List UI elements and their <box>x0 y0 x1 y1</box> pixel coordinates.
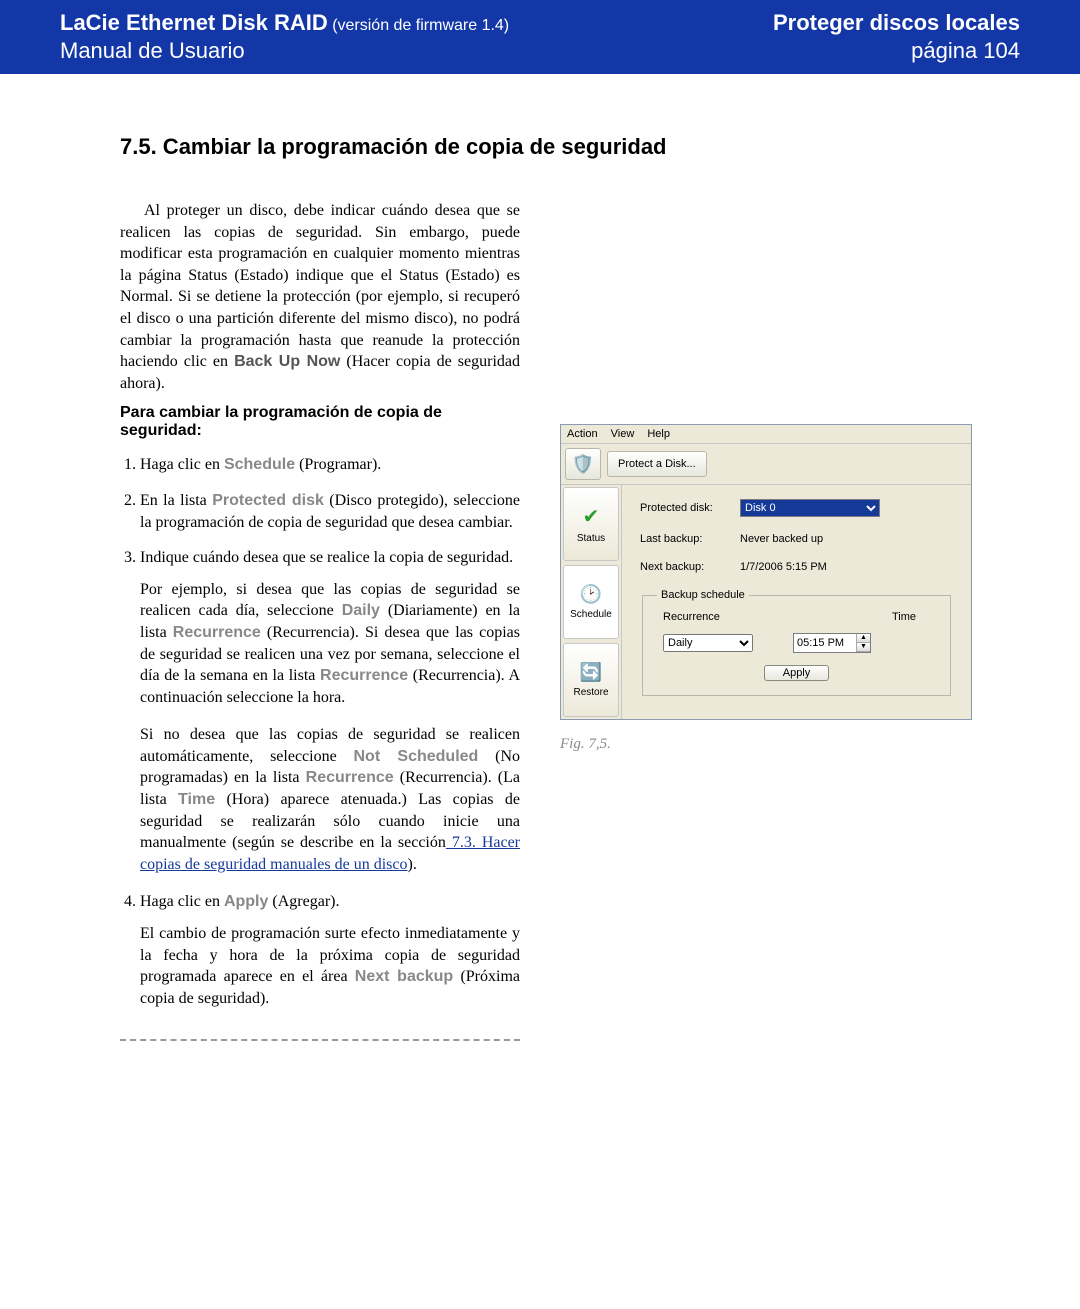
time-header: Time <box>892 611 916 623</box>
step-1: Haga clic en Schedule (Programar). <box>140 454 520 476</box>
back-up-now-label: Back Up Now <box>234 353 340 370</box>
last-backup-value: Never backed up <box>740 533 953 545</box>
disk-shield-icon: 🛡️ <box>572 454 594 475</box>
page-header: LaCie Ethernet Disk RAID (versión de fir… <box>0 0 1080 74</box>
row-protected-disk: Protected disk: Disk 0 <box>640 499 953 517</box>
toolbar: 🛡️ Protect a Disk... <box>561 444 971 485</box>
row-last-backup: Last backup: Never backed up <box>640 533 953 545</box>
page: LaCie Ethernet Disk RAID (versión de fir… <box>0 0 1080 1081</box>
chevron-up-icon[interactable]: ▲ <box>857 634 870 643</box>
time-input[interactable] <box>794 637 856 649</box>
protect-disk-button[interactable]: Protect a Disk... <box>607 451 707 477</box>
check-icon: ✔ <box>583 504 600 529</box>
step-3-intro: Indique cuándo desea que se realice la c… <box>140 549 513 566</box>
step-4: Haga clic en Apply (Agregar). El cambio … <box>140 891 520 1009</box>
steps-list: Haga clic en Schedule (Programar). En la… <box>120 454 520 1009</box>
s4a: Haga clic en <box>140 893 224 910</box>
s3p2h: ). <box>407 856 416 873</box>
step-3: Indique cuándo desea que se realice la c… <box>140 547 520 875</box>
firmware-version: (versión de firmware 1.4) <box>332 17 509 34</box>
tab-status-label: Status <box>577 533 605 544</box>
intro-paragraph: Al proteger un disco, debe indicar cuánd… <box>120 200 520 394</box>
protect-disk-icon[interactable]: 🛡️ <box>565 448 601 480</box>
menu-help[interactable]: Help <box>647 428 670 440</box>
menu-view[interactable]: View <box>611 428 635 440</box>
restore-icon: 🔄 <box>580 662 602 683</box>
step-1-c: (Programar). <box>295 456 381 473</box>
clock-icon: 🕑 <box>580 584 602 605</box>
figure-column: Action View Help 🛡️ Protect a Disk... ✔ … <box>560 134 1020 1041</box>
step-2-a: En la lista <box>140 492 212 509</box>
recurrence-label-1: Recurrence <box>173 624 261 641</box>
step-2: En la lista Protected disk (Disco proteg… <box>140 490 520 533</box>
body: 7.5. Cambiar la programación de copia de… <box>0 74 1080 1081</box>
schedule-controls: Daily ▲ ▼ <box>657 633 936 653</box>
tab-schedule[interactable]: 🕑 Schedule <box>563 565 619 639</box>
schedule-panel: Protected disk: Disk 0 Last backup: Neve… <box>622 485 971 719</box>
protected-disk-select[interactable]: Disk 0 <box>740 499 880 517</box>
protected-disk-field-label: Protected disk: <box>640 502 740 514</box>
daily-label: Daily <box>342 602 380 619</box>
header-right: Proteger discos locales página 104 <box>773 10 1020 64</box>
tab-restore[interactable]: 🔄 Restore <box>563 643 619 717</box>
intro-text-1: Al proteger un disco, debe indicar cuánd… <box>120 202 520 370</box>
backup-schedule-legend: Backup schedule <box>657 589 749 601</box>
not-scheduled-label: Not Scheduled <box>354 748 479 765</box>
next-backup-value: 1/7/2006 5:15 PM <box>740 561 953 573</box>
manual-subtitle: Manual de Usuario <box>60 38 509 64</box>
tab-status[interactable]: ✔ Status <box>563 487 619 561</box>
menu-bar: Action View Help <box>561 425 971 444</box>
step-1-a: Haga clic en <box>140 456 224 473</box>
menu-action[interactable]: Action <box>567 428 598 440</box>
header-left: LaCie Ethernet Disk RAID (versión de fir… <box>60 10 509 64</box>
time-spinner[interactable]: ▲ ▼ <box>856 634 870 652</box>
time-label: Time <box>178 791 215 808</box>
step-3-para-1: Por ejemplo, si desea que las copias de … <box>140 579 520 709</box>
recurrence-select[interactable]: Daily <box>663 634 753 652</box>
step-4-para: El cambio de programación surte efecto i… <box>140 923 520 1009</box>
schedule-headers: Recurrence Time <box>657 611 936 633</box>
text-column: 7.5. Cambiar la programación de copia de… <box>120 134 520 1041</box>
last-backup-field-label: Last backup: <box>640 533 740 545</box>
next-backup-label: Next backup <box>355 968 453 985</box>
apply-button[interactable]: Apply <box>764 665 830 681</box>
tab-schedule-label: Schedule <box>570 609 612 620</box>
product-name: LaCie Ethernet Disk RAID <box>60 10 328 35</box>
screenshot-window: Action View Help 🛡️ Protect a Disk... ✔ … <box>560 424 972 720</box>
recurrence-label-2: Recurrence <box>320 667 408 684</box>
recurrence-header: Recurrence <box>663 611 720 623</box>
apply-label: Apply <box>224 893 268 910</box>
backup-schedule-fieldset: Backup schedule Recurrence Time Daily <box>642 589 951 696</box>
section-divider <box>120 1039 520 1041</box>
s4c: (Agregar). <box>268 893 339 910</box>
protected-disk-label: Protected disk <box>212 492 324 509</box>
row-next-backup: Next backup: 1/7/2006 5:15 PM <box>640 561 953 573</box>
tab-restore-label: Restore <box>573 687 608 698</box>
recurrence-label-3: Recurrence <box>306 769 394 786</box>
window-body: ✔ Status 🕑 Schedule 🔄 Restore <box>561 485 971 719</box>
procedure-subhead: Para cambiar la programación de copia de… <box>120 404 520 440</box>
chapter-title: Proteger discos locales <box>773 10 1020 36</box>
page-number: página 104 <box>773 38 1020 64</box>
side-tabs: ✔ Status 🕑 Schedule 🔄 Restore <box>561 485 622 719</box>
next-backup-field-label: Next backup: <box>640 561 740 573</box>
step-3-para-2: Si no desea que las copias de seguridad … <box>140 724 520 875</box>
figure-caption: Fig. 7,5. <box>560 736 1020 753</box>
schedule-label: Schedule <box>224 456 295 473</box>
time-picker[interactable]: ▲ ▼ <box>793 633 871 653</box>
chevron-down-icon[interactable]: ▼ <box>857 643 870 652</box>
